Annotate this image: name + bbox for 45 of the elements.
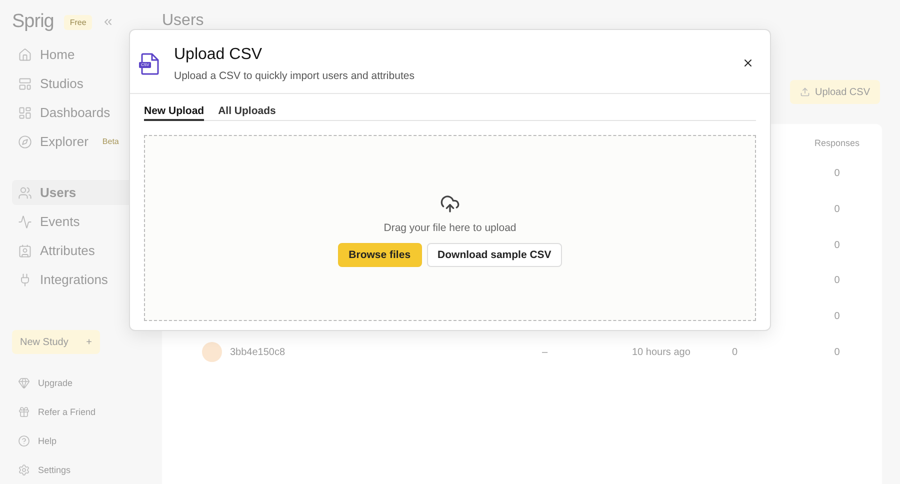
footer-icon xyxy=(18,376,30,388)
avatar xyxy=(202,342,222,362)
new-study-button[interactable]: New Study + xyxy=(12,330,100,354)
footer-icon xyxy=(18,406,30,418)
logo: Sprig xyxy=(12,11,54,33)
tab[interactable]: New Upload xyxy=(144,105,204,121)
plan-badge: Free xyxy=(64,14,92,30)
dialog-subtitle: Upload a CSV to quickly import users and attributes xyxy=(174,70,416,82)
nav-icon xyxy=(18,106,32,120)
dropzone-hint: Drag your file here to upload xyxy=(384,222,516,234)
nav-icon xyxy=(18,214,32,228)
table-cell: 10 hours ago xyxy=(632,346,690,358)
column-header: Responses xyxy=(814,138,860,148)
browse-button[interactable]: Browse files xyxy=(338,243,422,267)
table-cell: 3bb4e150c8 xyxy=(230,346,286,358)
table-cell: 0 xyxy=(834,346,840,358)
page-title: Users xyxy=(162,12,204,30)
table-cell: 0 xyxy=(834,275,840,286)
nav-icon xyxy=(18,272,32,286)
footer-link[interactable]: Upgrade xyxy=(12,368,73,397)
table-cell: 0 xyxy=(732,346,738,358)
nav-icon xyxy=(18,76,32,90)
table-cell: 0 xyxy=(834,311,840,322)
nav-icon xyxy=(18,134,32,148)
dialog-title: Upload CSV xyxy=(174,46,264,64)
download-button[interactable]: Download sample CSV xyxy=(426,243,562,267)
footer-icon xyxy=(18,464,30,476)
nav-icon xyxy=(18,48,32,62)
footer-link[interactable]: Settings xyxy=(12,455,71,484)
table-cell: 0 xyxy=(834,204,840,216)
table-cell: 0 xyxy=(834,168,840,180)
upload-icon xyxy=(800,87,810,97)
table-cell: – xyxy=(542,346,548,358)
dropzone[interactable]: Drag your file here to upload Browse files Download sample CSV xyxy=(144,135,756,321)
close-icon xyxy=(742,57,754,69)
upload-csv-button[interactable]: Upload CSV xyxy=(790,80,880,104)
nav-icon xyxy=(18,186,32,200)
cloud-upload-icon xyxy=(440,194,460,214)
table-cell: 0 xyxy=(834,240,840,251)
nav-icon xyxy=(18,244,32,258)
footer-link[interactable]: Help xyxy=(12,426,57,455)
footer-icon xyxy=(18,434,30,446)
footer-link[interactable]: Refer a Friend xyxy=(12,397,96,426)
tab[interactable]: All Uploads xyxy=(218,105,276,121)
beta-label: Beta xyxy=(102,137,119,146)
